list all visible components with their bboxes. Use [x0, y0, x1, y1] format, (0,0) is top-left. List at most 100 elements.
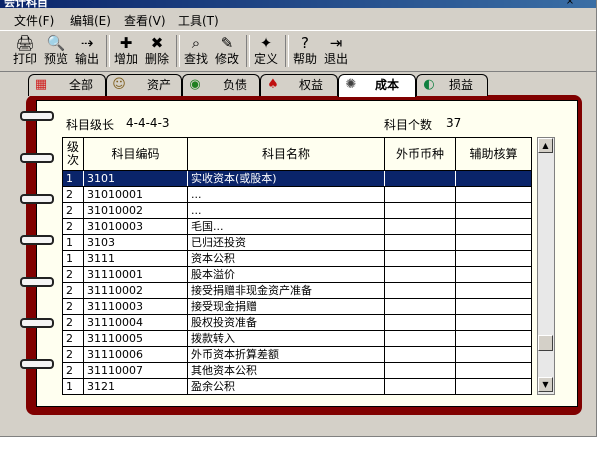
account-count-value: 37 [446, 116, 462, 130]
col-header-level[interactable]: 级次 [63, 138, 84, 170]
menu-tools[interactable]: 工具(T) [178, 12, 219, 29]
table-header: 级次 科目编码 科目名称 外币币种 辅助核算 [63, 138, 531, 171]
cell-level: 2 [63, 283, 84, 298]
define-button[interactable]: ✦ 定义 [251, 33, 281, 69]
col-header-code[interactable]: 科目编码 [84, 138, 188, 170]
export-button[interactable]: ⇢ 输出 [72, 33, 102, 69]
cell-currency [385, 235, 456, 250]
tab-asset[interactable]: ☺ 资产 [106, 74, 182, 96]
cell-aux [456, 379, 531, 394]
table-row[interactable]: 1 3111 资本公积 [63, 251, 531, 267]
equity-icon: ♠ [267, 77, 279, 92]
menu-view[interactable]: 查看(V) [124, 12, 166, 29]
close-icon[interactable]: × [564, 0, 576, 7]
cell-name: 已归还投资 [188, 235, 385, 250]
profit-loss-icon: ◐ [423, 77, 435, 92]
menu-file[interactable]: 文件(F) [14, 12, 54, 29]
col-header-currency[interactable]: 外币币种 [385, 138, 456, 170]
tab-liability[interactable]: ◉ 负债 [182, 74, 260, 96]
cell-level: 2 [63, 267, 84, 282]
app-window: 会计科目 × 文件(F) 编辑(E) 查看(V) 工具(T) 🖨 打印 🔍 预览 ⇢… [0, 0, 597, 437]
add-button[interactable]: ✚ 增加 [111, 33, 141, 69]
cell-currency [385, 219, 456, 234]
cell-name: 实收资本(或股本) [188, 171, 385, 186]
cell-aux [456, 267, 531, 282]
preview-button[interactable]: 🔍 预览 [41, 33, 71, 69]
toolbar-separator [176, 35, 180, 67]
vertical-scrollbar[interactable]: ▲ ▼ [537, 137, 555, 395]
cell-currency [385, 283, 456, 298]
cell-name: 其他资本公积 [188, 363, 385, 378]
cell-level: 2 [63, 219, 84, 234]
cell-currency [385, 203, 456, 218]
print-button[interactable]: 🖨 打印 [10, 33, 40, 69]
cell-aux [456, 283, 531, 298]
cell-name: 接受现金捐赠 [188, 299, 385, 314]
cell-code: 31010002 [84, 203, 188, 218]
asset-icon: ☺ [112, 77, 126, 92]
edit-button[interactable]: ✎ 修改 [212, 33, 242, 69]
window-title: 会计科目 [4, 0, 48, 8]
col-header-name[interactable]: 科目名称 [188, 138, 385, 170]
preview-icon: 🔍 [46, 34, 66, 52]
cell-level: 1 [63, 379, 84, 394]
wand-icon: ✦ [259, 34, 273, 52]
cell-currency [385, 331, 456, 346]
cell-level: 2 [63, 187, 84, 202]
table-row[interactable]: 2 31110002 接受捐赠非现金资产准备 [63, 283, 531, 299]
export-icon: ⇢ [80, 34, 94, 52]
table-row[interactable]: 2 31110001 股本溢价 [63, 267, 531, 283]
tab-equity[interactable]: ♠ 权益 [260, 74, 338, 96]
exit-button[interactable]: ⇥ 退出 [321, 33, 351, 69]
table-row[interactable]: 1 3121 盈余公积 [63, 379, 531, 394]
scroll-up-icon[interactable]: ▲ [538, 138, 553, 153]
cell-name: 盈余公积 [188, 379, 385, 394]
add-icon: ✚ [119, 34, 133, 52]
menu-edit[interactable]: 编辑(E) [70, 12, 111, 29]
cell-aux [456, 347, 531, 362]
toolbar: 🖨 打印 🔍 预览 ⇢ 输出 ✚ 增加 ✖ 删除 ⌕ 查找 ✎ 修改 ✦ 定义 ? 帮助 ⇥ 退出 [0, 30, 596, 72]
table-row[interactable]: 2 31110005 拨款转入 [63, 331, 531, 347]
cell-level: 2 [63, 347, 84, 362]
cell-aux [456, 315, 531, 330]
cell-name: 毛国... [188, 219, 385, 234]
table-row[interactable]: 1 3103 已归还投资 [63, 235, 531, 251]
table-row[interactable]: 2 31110004 股权投资准备 [63, 315, 531, 331]
table-body: 1 3101 实收资本(或股本) 2 31010001 ... 2 31010002 ...… [63, 171, 531, 394]
tab-cost[interactable]: ✺ 成本 [338, 74, 416, 97]
cell-currency [385, 267, 456, 282]
liability-icon: ◉ [189, 77, 201, 92]
cell-aux [456, 363, 531, 378]
scroll-down-icon[interactable]: ▼ [538, 377, 553, 392]
table-row[interactable]: 2 31110003 接受现金捐赠 [63, 299, 531, 315]
tab-all[interactable]: ▦ 全部 [28, 74, 106, 96]
scroll-thumb[interactable] [538, 335, 553, 351]
cell-level: 2 [63, 203, 84, 218]
binder-ring [20, 153, 54, 163]
col-header-aux[interactable]: 辅助核算 [456, 138, 531, 170]
table-row[interactable]: 2 31010003 毛国... [63, 219, 531, 235]
help-button[interactable]: ? 帮助 [290, 33, 320, 69]
cell-currency [385, 363, 456, 378]
table-row[interactable]: 2 31110007 其他资本公积 [63, 363, 531, 379]
delete-button[interactable]: ✖ 删除 [142, 33, 172, 69]
binder-ring [20, 111, 54, 121]
edit-icon: ✎ [220, 34, 234, 52]
cell-code: 31110003 [84, 299, 188, 314]
help-icon: ? [301, 34, 309, 52]
table-row[interactable]: 1 3101 实收资本(或股本) [63, 171, 531, 187]
cell-currency [385, 299, 456, 314]
cell-aux [456, 251, 531, 266]
cell-aux [456, 219, 531, 234]
tab-profit-loss[interactable]: ◐ 损益 [416, 74, 488, 96]
table-row[interactable]: 2 31110006 外币资本折算差额 [63, 347, 531, 363]
all-icon: ▦ [34, 77, 48, 92]
table-row[interactable]: 2 31010001 ... [63, 187, 531, 203]
binder-ring [20, 359, 54, 369]
table-row[interactable]: 2 31010002 ... [63, 203, 531, 219]
cell-code: 31010001 [84, 187, 188, 202]
cell-code: 31110007 [84, 363, 188, 378]
cell-aux [456, 203, 531, 218]
find-button[interactable]: ⌕ 查找 [181, 33, 211, 69]
binder-ring [20, 277, 54, 287]
